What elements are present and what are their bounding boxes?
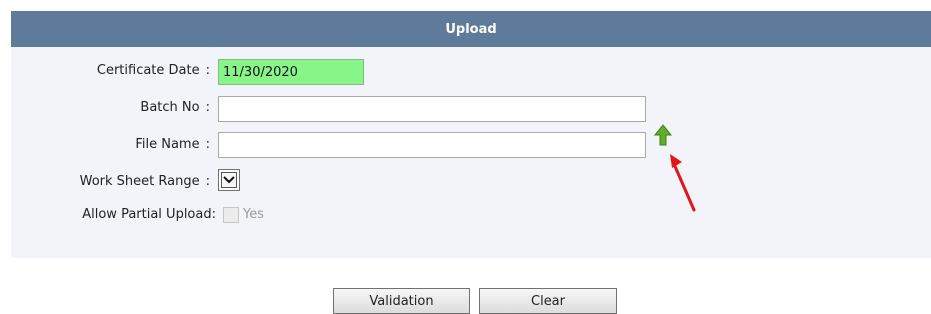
file-name-label-wrap: File Name: (0, 137, 210, 152)
clear-button[interactable]: Clear (479, 288, 617, 314)
allow-partial-upload-label: Allow Partial Upload: (82, 207, 216, 222)
red-arrow-annotation-icon (670, 154, 696, 212)
validation-button[interactable]: Validation (333, 288, 470, 314)
upload-arrow-icon[interactable] (653, 123, 673, 149)
file-name-field[interactable] (218, 132, 646, 158)
work-sheet-range-label: Work Sheet Range (79, 174, 200, 189)
colon: : (205, 174, 210, 189)
certificate-date-label-wrap: Certificate Date: (0, 63, 210, 78)
panel-title: Upload (11, 11, 931, 47)
allow-partial-upload-checkbox[interactable] (223, 207, 239, 223)
dropdown-button[interactable] (221, 172, 237, 188)
certificate-date-label: Certificate Date (96, 63, 200, 78)
file-name-label: File Name (135, 137, 200, 152)
batch-no-label: Batch No (140, 100, 200, 115)
work-sheet-range-select[interactable] (218, 169, 240, 191)
chevron-down-icon (223, 176, 235, 184)
certificate-date-field[interactable] (218, 59, 364, 85)
allow-partial-upload-label-wrap: Allow Partial Upload: (0, 207, 216, 222)
colon: : (205, 63, 210, 78)
colon: : (205, 137, 210, 152)
batch-no-label-wrap: Batch No: (0, 100, 210, 115)
batch-no-field[interactable] (218, 96, 646, 122)
allow-partial-upload-option-label: Yes (243, 207, 264, 222)
colon: : (205, 100, 210, 115)
work-sheet-range-label-wrap: Work Sheet Range: (0, 174, 210, 189)
